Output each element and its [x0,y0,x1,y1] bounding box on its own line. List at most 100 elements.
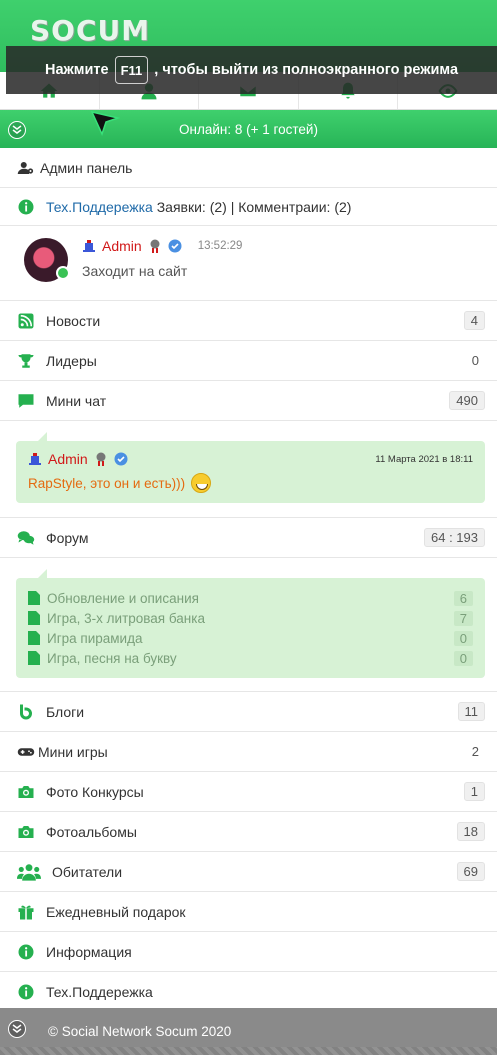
f11-key: F11 [114,56,149,84]
file-icon [28,591,40,605]
chat-text: RapStyle, это он и есть))) [28,475,186,491]
topic-title: Игра, 3-х литровая банка [47,610,205,626]
collapse-toggle[interactable] [8,121,26,139]
forum-topic[interactable]: Игра пирамида 0 [28,628,473,648]
admin-panel-link[interactable]: Админ панель [0,148,497,188]
info-icon [16,982,36,1002]
menu-item-daily-gift[interactable]: Ежедневный подарок [0,892,497,932]
menu-item-leaders[interactable]: Лидеры 0 [0,341,497,381]
menu-label: Лидеры [46,352,97,369]
cursor-arrow-icon [90,110,120,137]
support-stats: Заявки: (2) | Комментраии: (2) [152,198,352,215]
menu-count: 490 [449,391,485,410]
chevron-double-down-icon [12,1024,22,1033]
support-link[interactable]: Тех.Поддережка [46,199,153,215]
users-icon [16,862,42,882]
copyright: © Social Network Socum 2020 [48,1024,232,1039]
menu-count: 18 [456,822,485,841]
notice-before: Нажмите [44,62,109,78]
menu-label: Обитатели [52,863,123,880]
verified-icon [168,239,182,253]
topic-title: Игра, песня на букву [47,650,177,666]
chat-author[interactable]: Admin [48,451,88,467]
topic-count: 0 [453,650,473,666]
camera-icon [16,782,36,802]
menu-label: Форум [46,529,89,546]
menu-label: Тех.Поддережка [46,983,153,1000]
topic-count: 6 [453,590,473,606]
verified-icon [114,452,128,466]
menu-item-residents[interactable]: Обитатели 69 [0,852,497,892]
blog-icon [16,702,36,722]
current-user-block: Admin 13:52:29 Заходит на сайт [0,226,497,301]
footer-stripe [0,1047,497,1055]
forum-topic[interactable]: Игра, 3-х литровая банка 7 [28,608,473,628]
avatar[interactable] [24,238,70,282]
forum-topics: Обновление и описания 6 Игра, 3-х литров… [16,569,485,678]
info-icon [16,197,36,217]
menu-count: 2 [471,744,479,759]
file-icon [28,631,40,645]
gamepad-icon [16,742,36,762]
admin-panel-label: Админ панель [40,159,133,176]
forum-topic[interactable]: Обновление и описания 6 [28,588,473,608]
menu-label: Фото Конкурсы [46,783,144,800]
last-seen-time: 13:52:29 [197,240,243,252]
menu-label: Ежедневный подарок [46,903,186,920]
menu-item-support[interactable]: Тех.Поддережка [0,972,497,1012]
menu-count: 0 [471,353,479,368]
menu-count: 69 [456,862,485,881]
forum-topic[interactable]: Игра, песня на букву 0 [28,648,473,668]
notice-after: , чтобы выйти из полноэкранного режима [154,62,459,78]
chat-icon [16,391,36,411]
admin-siren-icon [83,240,95,252]
rss-icon [16,311,36,331]
menu-label: Фотоальбомы [46,823,137,840]
site-footer: © Social Network Socum 2020 [0,1008,497,1055]
info-icon [16,942,36,962]
gift-icon [16,902,36,922]
user-cog-icon [16,158,36,178]
medal-icon [96,452,106,466]
menu-label: Мини чат [46,392,107,409]
support-tickets-row: Тех.Поддережка Заявки: (2) | Комментраии… [0,188,497,226]
comments-icon [16,528,36,548]
menu-count: 64 : 193 [424,528,485,547]
site-logo[interactable]: SOCUM [30,14,150,47]
topic-count: 0 [453,630,473,646]
menu-item-photo-contests[interactable]: Фото Конкурсы 1 [0,772,497,812]
topic-count: 7 [453,610,473,626]
menu-item-information[interactable]: Информация [0,932,497,972]
menu-item-blogs[interactable]: Блоги 11 [0,692,497,732]
file-icon [28,651,40,665]
menu-item-minigames[interactable]: Мини игры 2 [0,732,497,772]
online-bar[interactable]: Онлайн: 8 (+ 1 гостей) [0,110,497,148]
user-info: Admin 13:52:29 Заходит на сайт [82,238,242,288]
trophy-icon [16,351,36,371]
smile-emoji-icon [191,473,212,493]
minichat-preview: Admin 11 Марта 2021 в 18:11 RapStyle, эт… [0,421,497,518]
menu-label: Мини игры [38,743,108,760]
medal-icon [150,239,160,253]
menu-item-news[interactable]: Новости 4 [0,301,497,341]
camera-icon [16,822,36,842]
menu-count: 1 [463,782,485,801]
topic-title: Игра пирамида [47,630,143,646]
user-name[interactable]: Admin [102,238,142,254]
menu-label: Новости [46,312,101,329]
chevron-double-down-icon [12,125,22,134]
forum-preview: Обновление и описания 6 Игра, 3-х литров… [0,558,497,692]
user-status: Заходит на сайт [82,263,188,279]
fullscreen-notice: Нажмите F11 , чтобы выйти из полноэкранн… [6,46,497,94]
footer-toggle[interactable] [8,1020,26,1038]
chat-date: 11 Марта 2021 в 18:11 [375,453,473,465]
menu-item-photo-albums[interactable]: Фотоальбомы 18 [0,812,497,852]
menu-count: 4 [463,311,485,330]
chat-message[interactable]: Admin 11 Марта 2021 в 18:11 RapStyle, эт… [16,432,485,503]
online-count[interactable]: Онлайн: 8 (+ 1 гостей) [179,122,318,137]
admin-siren-icon [29,453,41,465]
menu-item-minichat[interactable]: Мини чат 490 [0,381,497,421]
menu-item-forum[interactable]: Форум 64 : 193 [0,518,497,558]
menu-count: 11 [457,702,485,721]
menu-label: Блоги [46,703,85,720]
